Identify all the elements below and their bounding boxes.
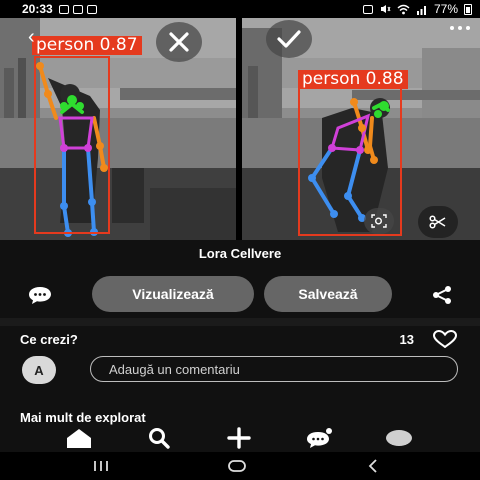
comments-header: Ce crezi? 13	[20, 329, 460, 349]
action-row: Vizualizează Salvează	[0, 276, 480, 312]
tab-home[interactable]	[62, 426, 96, 450]
comment-bubble-icon	[29, 287, 51, 304]
photo-left[interactable]: person 0.87 ‹	[0, 18, 236, 240]
check-button[interactable]	[266, 20, 312, 58]
search-icon	[149, 428, 170, 449]
scissors-button[interactable]	[418, 206, 458, 238]
close-button[interactable]	[156, 22, 202, 62]
home-nav-button[interactable]	[222, 458, 252, 474]
more-options-icon[interactable]	[450, 26, 470, 30]
messages-icon	[307, 428, 332, 448]
share-button[interactable]	[430, 284, 454, 306]
like-count: 13	[399, 332, 414, 347]
check-icon	[277, 30, 301, 48]
comment-button[interactable]	[26, 284, 54, 306]
status-bar: 20:33 77%	[0, 0, 480, 18]
lens-search-button[interactable]	[364, 208, 394, 234]
detection-label-right: person 0.88	[298, 70, 408, 89]
back-nav-button[interactable]	[358, 458, 388, 474]
photo-comparison: person 0.87 ‹ person 0.88	[0, 18, 480, 240]
back-arrow-icon[interactable]: ‹	[28, 26, 35, 49]
heart-icon	[432, 329, 458, 349]
profile-icon	[386, 430, 412, 446]
comment-input[interactable]: Adaugă un comentariu	[90, 356, 458, 382]
recents-button[interactable]	[86, 458, 116, 474]
explore-heading: Mai mult de explorat	[20, 410, 146, 425]
home-icon	[67, 429, 91, 448]
create-icon	[227, 427, 251, 449]
scissors-icon	[429, 215, 446, 229]
battery-percent: 77%	[433, 2, 458, 16]
section-divider	[0, 318, 480, 326]
save-button[interactable]: Salvează	[264, 276, 392, 312]
back-nav-icon	[368, 459, 377, 473]
mail-icon	[86, 4, 97, 14]
camera-icon	[362, 4, 373, 14]
visit-button[interactable]: Vizualizează	[92, 276, 254, 312]
status-time: 20:33	[22, 2, 53, 16]
battery-icon	[464, 3, 472, 15]
signal-icon	[416, 5, 426, 15]
recents-icon	[94, 461, 108, 471]
image-icon	[72, 4, 83, 14]
pin-title: Lora Cellvere	[198, 246, 282, 261]
avatar[interactable]: A	[22, 356, 56, 384]
detection-box-left	[34, 56, 110, 234]
home-nav-icon	[228, 460, 246, 472]
share-icon	[433, 286, 451, 304]
gallery-icon	[58, 4, 69, 14]
tab-search[interactable]	[142, 426, 176, 450]
tab-create[interactable]	[222, 426, 256, 450]
mute-icon	[380, 5, 391, 13]
system-navigation-bar	[0, 452, 480, 480]
tab-profile[interactable]	[382, 426, 416, 450]
wifi-icon	[397, 4, 410, 14]
tab-messages[interactable]	[302, 426, 336, 450]
lens-search-icon	[371, 214, 387, 228]
like-button[interactable]	[432, 329, 458, 351]
photo-right[interactable]: person 0.88	[242, 18, 480, 240]
detection-label-left: person 0.87	[32, 36, 142, 55]
bottom-tab-bar	[0, 424, 480, 452]
close-icon	[169, 32, 189, 52]
comments-heading: Ce crezi?	[20, 332, 78, 347]
